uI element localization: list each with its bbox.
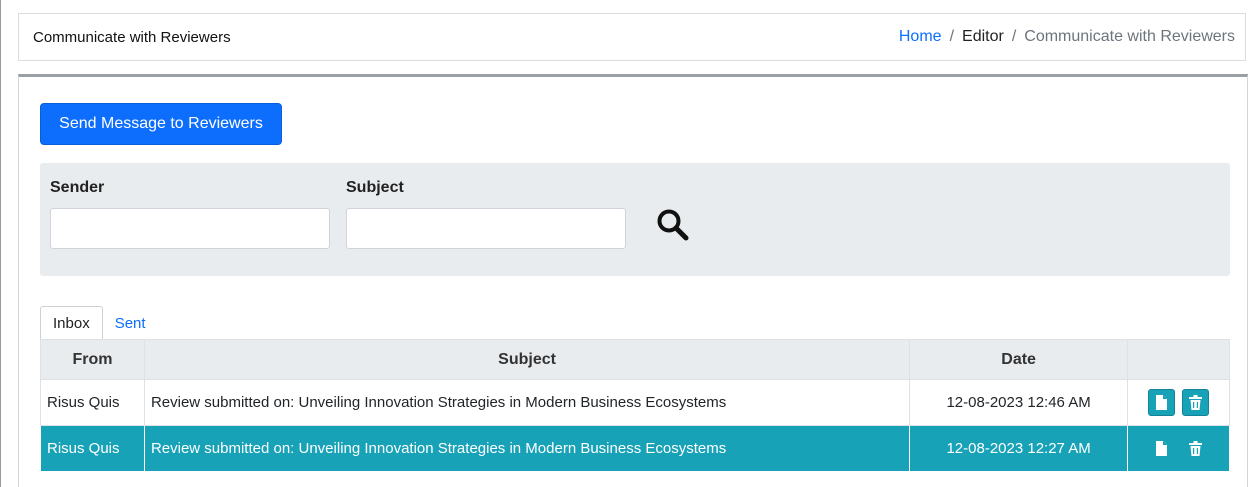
cell-from: Risus Quis: [40, 425, 145, 472]
page-header: Communicate with Reviewers Home / Editor…: [18, 13, 1246, 61]
delete-message-button[interactable]: [1182, 435, 1209, 462]
breadcrumb-home-link[interactable]: Home: [899, 28, 942, 46]
cell-subject: Review submitted on: Unveiling Innovatio…: [143, 425, 911, 472]
trash-icon: [1188, 441, 1202, 456]
sender-label: Sender: [50, 179, 105, 196]
cell-date: 12-08-2023 12:27 AM: [909, 425, 1129, 472]
breadcrumb-separator: /: [949, 28, 955, 45]
content-card: Send Message to Reviewers Sender Subject…: [18, 74, 1248, 487]
column-header-subject: Subject: [143, 339, 911, 380]
search-icon[interactable]: [655, 207, 691, 243]
table-header-row: From Subject Date: [40, 339, 1230, 380]
cell-actions: [1127, 425, 1230, 472]
page-title: Communicate with Reviewers: [33, 28, 231, 46]
tab-sent[interactable]: Sent: [103, 306, 158, 340]
filter-panel: Sender Subject: [40, 163, 1230, 276]
messages-table: From Subject Date Risus Quis Review subm…: [40, 339, 1230, 472]
message-tabs: Inbox Sent: [40, 306, 158, 340]
view-message-button[interactable]: [1148, 435, 1175, 462]
send-message-button[interactable]: Send Message to Reviewers: [40, 103, 282, 145]
column-header-actions: [1127, 339, 1230, 380]
document-icon: [1156, 395, 1168, 410]
column-header-from: From: [40, 339, 145, 380]
sender-input[interactable]: [50, 208, 330, 249]
trash-icon: [1188, 395, 1202, 410]
tab-inbox[interactable]: Inbox: [40, 306, 103, 340]
cell-from: Risus Quis: [40, 379, 145, 426]
cell-date: 12-08-2023 12:46 AM: [909, 379, 1129, 426]
breadcrumb: Home / Editor / Communicate with Reviewe…: [899, 28, 1235, 46]
table-row[interactable]: Risus Quis Review submitted on: Unveilin…: [40, 379, 1230, 426]
delete-message-button[interactable]: [1181, 389, 1209, 416]
breadcrumb-editor-link[interactable]: Editor: [962, 28, 1004, 46]
cell-subject: Review submitted on: Unveiling Innovatio…: [143, 379, 911, 426]
cell-actions: [1127, 379, 1230, 426]
breadcrumb-separator: /: [1011, 28, 1017, 45]
column-header-date: Date: [909, 339, 1129, 380]
table-row[interactable]: Risus Quis Review submitted on: Unveilin…: [40, 425, 1230, 472]
breadcrumb-current: Communicate with Reviewers: [1024, 28, 1235, 45]
document-icon: [1156, 441, 1168, 456]
view-message-button[interactable]: [1148, 389, 1176, 416]
subject-input[interactable]: [346, 208, 626, 249]
subject-label: Subject: [346, 179, 404, 196]
